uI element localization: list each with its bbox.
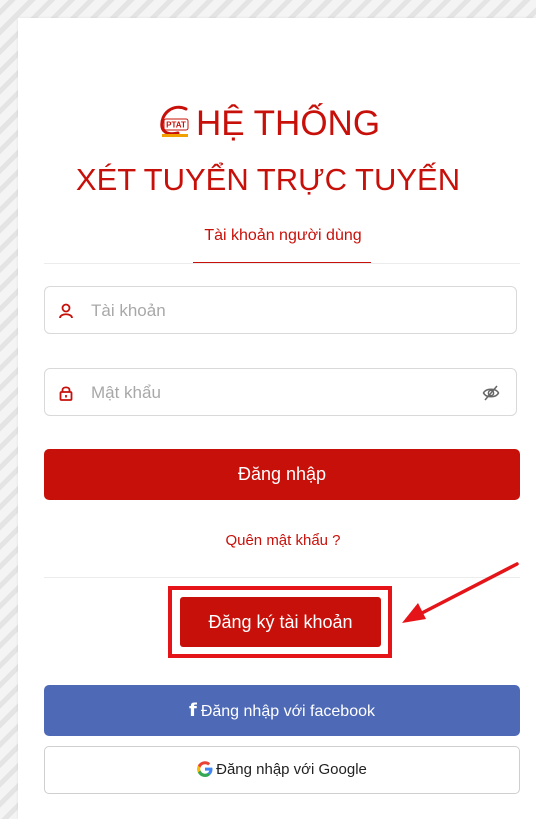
username-placeholder: Tài khoản bbox=[91, 301, 166, 320]
google-icon bbox=[197, 761, 213, 777]
page-title: PTAT HỆ THỐNG bbox=[0, 102, 536, 146]
username-field[interactable]: Tài khoản bbox=[44, 286, 517, 334]
title-line-1: HỆ THỐNG bbox=[195, 104, 381, 143]
eye-off-icon[interactable] bbox=[482, 384, 500, 402]
tab-divider bbox=[44, 263, 520, 264]
tab-user-account[interactable]: Tài khoản người dùng bbox=[0, 226, 536, 246]
facebook-login-label: Đăng nhập với facebook bbox=[200, 703, 375, 720]
google-login-label: Đăng nhập với Google bbox=[216, 761, 367, 778]
google-login-button[interactable]: Đăng nhập với Google bbox=[44, 746, 520, 794]
ptat-logo-icon: PTAT bbox=[160, 105, 189, 137]
user-icon bbox=[59, 303, 73, 319]
facebook-icon: f bbox=[188, 700, 197, 721]
login-button[interactable]: Đăng nhập bbox=[44, 449, 520, 500]
svg-text:PTAT: PTAT bbox=[166, 121, 186, 130]
page-subtitle: XÉT TUYỂN TRỰC TUYẾN bbox=[75, 162, 461, 197]
lock-icon bbox=[59, 386, 73, 401]
password-placeholder: Mật khẩu bbox=[91, 383, 161, 402]
register-button[interactable]: Đăng ký tài khoản bbox=[180, 597, 381, 647]
facebook-login-button[interactable]: f Đăng nhập với facebook bbox=[44, 685, 520, 736]
password-field[interactable]: Mật khẩu bbox=[44, 368, 517, 416]
annotation-arrow bbox=[402, 562, 519, 623]
forgot-password-link[interactable]: Quên mật khẩu ? bbox=[0, 531, 536, 551]
